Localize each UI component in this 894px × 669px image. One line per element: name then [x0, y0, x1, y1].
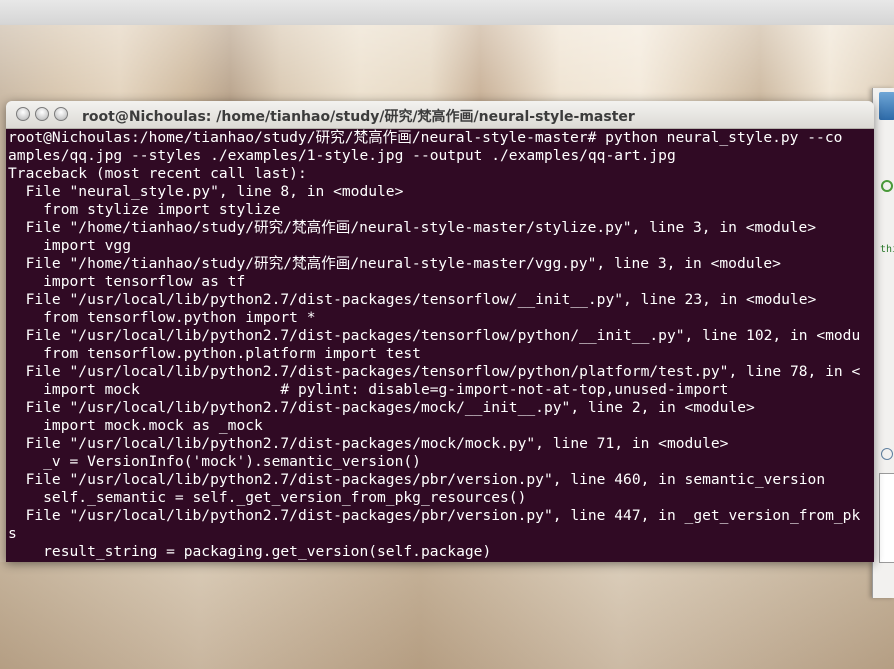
- terminal-line: self._semantic = self._get_version_from_…: [8, 489, 527, 506]
- side-window-text: thi: [880, 244, 894, 255]
- emoticon-icon[interactable]: [881, 448, 893, 460]
- terminal-line: File "/usr/local/lib/python2.7/dist-pack…: [8, 363, 861, 380]
- terminal-line: import mock.mock as _mock: [8, 417, 263, 434]
- message-input[interactable]: [879, 473, 894, 563]
- terminal-line: File "/usr/local/lib/python2.7/dist-pack…: [8, 471, 826, 488]
- background-chat-window[interactable]: thi: [872, 88, 894, 598]
- search-icon[interactable]: [881, 180, 893, 192]
- minimize-button[interactable]: [35, 107, 49, 121]
- terminal-titlebar[interactable]: root@Nichoulas: /home/tianhao/study/研究/梵…: [6, 101, 874, 129]
- terminal-line: File "/usr/local/lib/python2.7/dist-pack…: [8, 507, 861, 524]
- window-title: root@Nichoulas: /home/tianhao/study/研究/梵…: [82, 109, 635, 125]
- terminal-line: File "/home/tianhao/study/研究/梵高作画/neural…: [8, 255, 781, 272]
- terminal-line: root@Nichoulas:/home/tianhao/study/研究/梵高…: [8, 129, 843, 146]
- terminal-line: result_string = packaging.get_version(se…: [8, 543, 492, 560]
- terminal-line: s: [8, 525, 17, 542]
- close-button[interactable]: [16, 107, 30, 121]
- wallpaper-floor: [0, 562, 894, 669]
- terminal-line: from tensorflow.python import *: [8, 309, 316, 326]
- terminal-line: File "/usr/local/lib/python2.7/dist-pack…: [8, 291, 817, 308]
- terminal-line: Traceback (most recent call last):: [8, 165, 307, 182]
- wallpaper-shade: [0, 24, 894, 104]
- avatar[interactable]: [879, 92, 894, 120]
- terminal-window[interactable]: root@Nichoulas: /home/tianhao/study/研究/梵…: [6, 101, 874, 562]
- terminal-line: File "/home/tianhao/study/研究/梵高作画/neural…: [8, 219, 817, 236]
- terminal-line: import vgg: [8, 237, 132, 254]
- terminal-line: File "/usr/local/lib/python2.7/dist-pack…: [8, 399, 755, 416]
- terminal-line: File "/usr/local/lib/python2.7/dist-pack…: [8, 327, 861, 344]
- terminal-line: _v = VersionInfo('mock').semantic_versio…: [8, 453, 421, 470]
- terminal-line: from tensorflow.python.platform import t…: [8, 345, 421, 362]
- terminal-line: amples/qq.jpg --styles ./examples/1-styl…: [8, 147, 676, 164]
- terminal-line: import mock # pylint: disable=g-import-n…: [8, 381, 729, 398]
- maximize-button[interactable]: [54, 107, 68, 121]
- top-panel: [0, 0, 894, 25]
- terminal-line: File "/usr/local/lib/python2.7/dist-pack…: [8, 435, 729, 452]
- terminal-output[interactable]: root@Nichoulas:/home/tianhao/study/研究/梵高…: [6, 129, 874, 562]
- terminal-line: File "neural_style.py", line 8, in <modu…: [8, 183, 404, 200]
- terminal-line: import tensorflow as tf: [8, 273, 246, 290]
- terminal-line: from stylize import stylize: [8, 201, 281, 218]
